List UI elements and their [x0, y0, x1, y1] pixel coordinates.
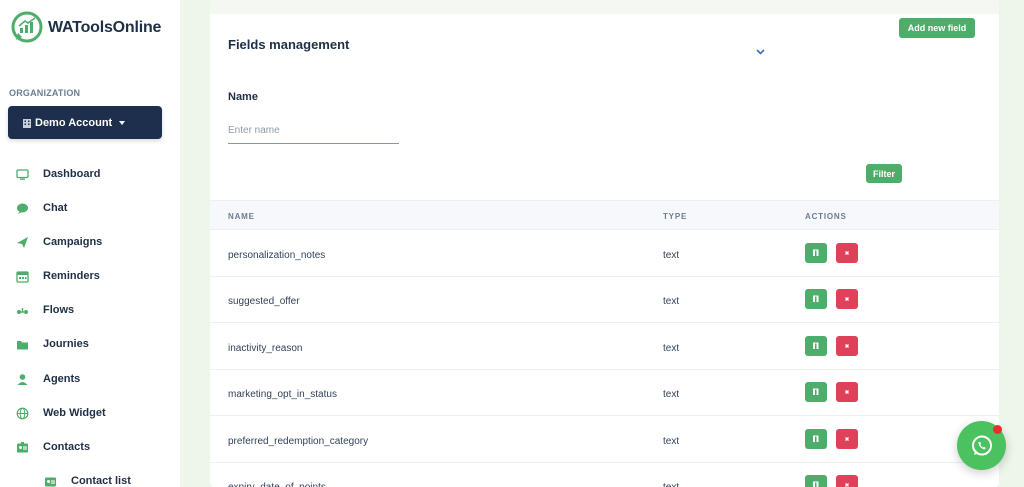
table-row: personalization_notes text	[210, 231, 999, 277]
field-type-cell: text	[663, 296, 680, 308]
delete-button[interactable]	[836, 243, 858, 263]
calendar-icon	[16, 270, 29, 283]
caret-down-icon	[119, 120, 126, 125]
field-name-cell: expiry_date_of_points	[228, 482, 326, 487]
edit-icon	[813, 249, 819, 256]
sidebar-item-contacts[interactable]: Contacts	[16, 437, 90, 457]
field-name-cell: suggested_offer	[228, 296, 300, 308]
close-icon	[845, 390, 849, 395]
sidebar-item-label: Flows	[43, 304, 75, 316]
sidebar-item-label: Web Widget	[43, 407, 106, 419]
sidebar-item-label: Dashboard	[43, 168, 101, 180]
sidebar-item-label: Contact list	[71, 475, 131, 487]
edit-button[interactable]	[805, 428, 827, 449]
name-filter-input[interactable]	[228, 117, 399, 144]
contact-card-icon	[17, 441, 28, 452]
sidebar: WAToolsOnline ORGANIZATION Demo Account …	[0, 0, 180, 487]
name-filter-label: Name	[228, 91, 258, 103]
globe-icon	[16, 407, 29, 419]
table-row: preferred_redemption_category text	[210, 417, 999, 463]
folder-icon	[17, 340, 28, 349]
edit-icon	[813, 295, 819, 303]
field-type-cell: text	[663, 482, 679, 487]
field-name-cell: marketing_opt_in_status	[228, 389, 337, 401]
close-icon	[845, 343, 849, 348]
paper-plane-icon	[17, 236, 28, 248]
column-header-type[interactable]: TYPE	[663, 212, 687, 221]
field-name-cell: personalization_notes	[228, 250, 326, 261]
sidebar-subitem-contact-list[interactable]: Contact list	[44, 471, 131, 487]
organization-dropdown-button[interactable]: Demo Account	[8, 106, 162, 139]
delete-button[interactable]	[836, 475, 858, 487]
column-header-name[interactable]: NAME	[228, 212, 255, 221]
table-row: suggested_offer text	[210, 277, 999, 324]
field-type-cell: text	[663, 250, 680, 261]
table-row: marketing_opt_in_status text	[210, 370, 999, 417]
field-type-cell: text	[663, 389, 680, 401]
whatsapp-icon	[971, 435, 992, 455]
edit-icon	[813, 342, 819, 349]
field-type-cell: text	[663, 342, 680, 354]
sidebar-item-label: Contacts	[43, 441, 91, 453]
table-row: expiry_date_of_points text	[210, 463, 999, 487]
card-top-strip	[210, 0, 999, 14]
edit-button[interactable]	[805, 475, 827, 487]
page-title: Fields management	[228, 37, 350, 52]
delete-button[interactable]	[836, 382, 858, 403]
sidebar-item-chat[interactable]: Chat	[16, 198, 67, 218]
brand-logo[interactable]: WAToolsOnline	[10, 11, 161, 45]
table-row: inactivity_reason text	[210, 324, 999, 370]
building-icon	[23, 118, 31, 128]
monitor-icon	[16, 168, 29, 180]
sidebar-item-flows[interactable]: Flows	[16, 300, 74, 320]
field-type-cell: text	[663, 435, 680, 447]
sidebar-item-dashboard[interactable]: Dashboard	[16, 164, 100, 184]
chevron-down-icon	[755, 49, 765, 55]
edit-button[interactable]	[805, 335, 827, 356]
close-icon	[845, 483, 849, 487]
user-icon	[17, 373, 28, 385]
edit-button[interactable]	[805, 243, 827, 263]
brand-name: WAToolsOnline	[48, 19, 162, 36]
filter-button[interactable]: Filter	[866, 164, 902, 183]
notification-dot	[993, 425, 1002, 434]
delete-button[interactable]	[836, 428, 858, 449]
field-name-cell: preferred_redemption_category	[228, 435, 369, 447]
contact-list-icon	[45, 477, 56, 486]
fields-management-card: Fields management Add new field Name Fil…	[210, 0, 999, 487]
add-new-field-button[interactable]: Add new field	[899, 18, 975, 38]
delete-button[interactable]	[836, 289, 858, 310]
flow-icon	[17, 307, 28, 314]
close-icon	[845, 297, 849, 302]
edit-button[interactable]	[805, 382, 827, 403]
sidebar-item-label: Chat	[43, 202, 68, 214]
close-icon	[845, 251, 849, 255]
delete-button[interactable]	[836, 335, 858, 356]
edit-icon	[813, 435, 819, 442]
field-name-cell: inactivity_reason	[228, 342, 303, 354]
sidebar-item-label: Campaigns	[43, 236, 103, 248]
sidebar-item-label: Journies	[43, 338, 89, 350]
close-icon	[845, 436, 849, 441]
edit-icon	[813, 388, 819, 396]
whatsapp-logo-icon	[11, 11, 43, 43]
sidebar-item-label: Agents	[43, 373, 81, 385]
organization-label: ORGANIZATION	[9, 88, 81, 98]
sidebar-item-web-widget[interactable]: Web Widget	[16, 403, 106, 423]
chat-bubble-icon	[17, 203, 28, 214]
sidebar-item-reminders[interactable]: Reminders	[16, 266, 100, 286]
organization-name: Demo Account	[35, 116, 113, 129]
collapse-toggle[interactable]	[753, 45, 767, 59]
edit-button[interactable]	[805, 289, 827, 310]
edit-icon	[813, 481, 819, 487]
sidebar-item-agents[interactable]: Agents	[16, 369, 80, 389]
sidebar-item-journies[interactable]: Journies	[16, 334, 89, 354]
table-header: NAME TYPE ACTIONS	[210, 200, 999, 230]
column-header-actions: ACTIONS	[805, 212, 847, 221]
sidebar-item-campaigns[interactable]: Campaigns	[16, 232, 102, 252]
sidebar-item-label: Reminders	[43, 270, 100, 282]
